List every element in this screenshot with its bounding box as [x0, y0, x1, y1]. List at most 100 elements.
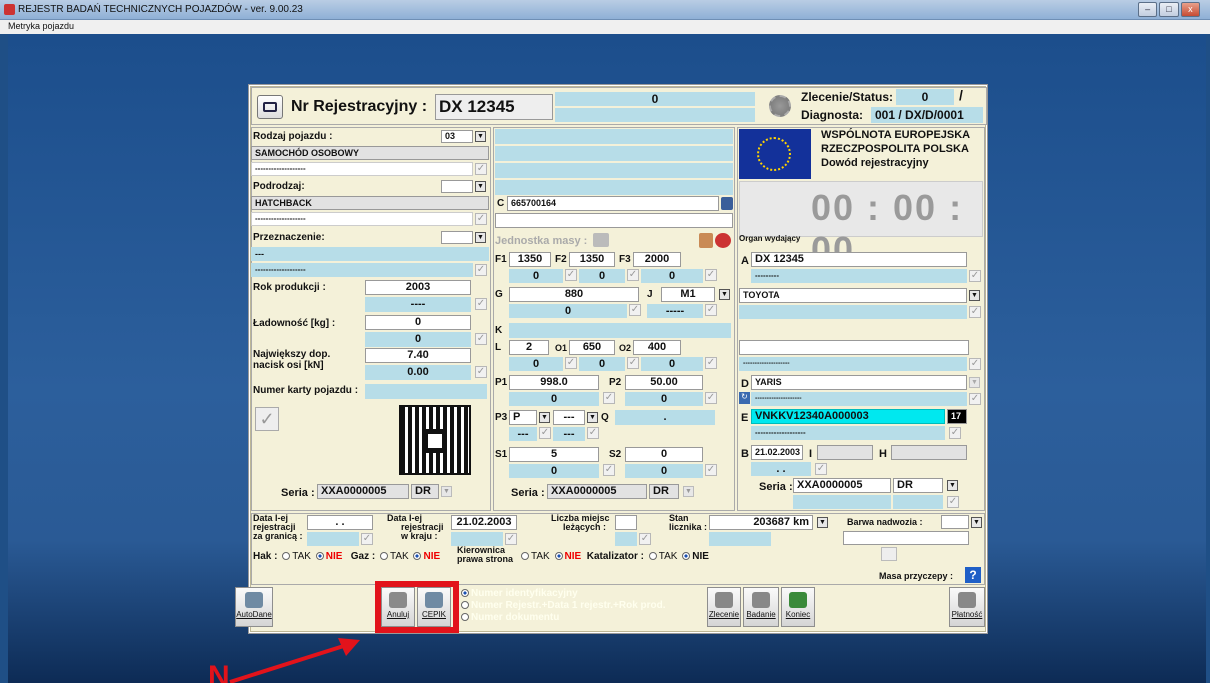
seria-value[interactable]: XXA0000005 — [317, 484, 409, 499]
check-icon[interactable]: ✓ — [639, 533, 651, 545]
check-icon[interactable]: ✓ — [705, 464, 717, 476]
barwa-value[interactable] — [843, 531, 969, 545]
chevron-down-icon[interactable]: ▼ — [539, 412, 550, 423]
gaz-tak-radio[interactable] — [379, 552, 388, 561]
nr-rejestracyjny-value[interactable]: DX 12345 — [435, 94, 553, 120]
check-icon[interactable]: ✓ — [969, 393, 981, 405]
check-icon[interactable]: ✓ — [475, 163, 487, 175]
search-option-1[interactable]: Numer identyfikacyjny — [459, 589, 578, 599]
zlecenie-button[interactable]: Zlecenie — [707, 587, 741, 627]
check-icon[interactable]: ✓ — [475, 333, 487, 345]
b-value[interactable]: 21.02.2003 — [751, 445, 803, 460]
check-icon[interactable]: ✓ — [603, 464, 615, 476]
right-seria-code[interactable]: DR — [893, 478, 943, 493]
d1-value[interactable]: . . — [307, 515, 373, 530]
platnosc-button[interactable]: Płatność — [949, 587, 985, 627]
seria-code[interactable]: DR — [411, 484, 439, 499]
o2-value[interactable]: 400 — [633, 340, 681, 355]
gear-icon[interactable] — [769, 95, 791, 117]
o1-value[interactable]: 650 — [569, 340, 615, 355]
check-icon[interactable]: ✓ — [475, 298, 487, 310]
info-icon[interactable] — [721, 197, 733, 210]
katal-tak-radio[interactable] — [648, 552, 657, 561]
check-icon[interactable]: ✓ — [255, 407, 279, 431]
f2-value[interactable]: 1350 — [569, 252, 615, 267]
vin-value[interactable]: VNKKV12340A000003 — [751, 409, 945, 424]
check-icon[interactable]: ✓ — [705, 304, 717, 316]
cepik-button[interactable]: CEPIK — [417, 587, 451, 627]
kier-nie-radio[interactable] — [554, 552, 563, 561]
help-icon[interactable]: ? — [965, 567, 981, 583]
check-icon[interactable]: ✓ — [603, 392, 615, 404]
make-value[interactable]: TOYOTA — [739, 288, 967, 303]
check-icon[interactable]: ✓ — [629, 304, 641, 316]
g-value[interactable]: 880 — [509, 287, 639, 302]
maximize-button[interactable]: □ — [1159, 2, 1179, 17]
edit-icon[interactable] — [881, 547, 897, 561]
koniec-button[interactable]: Koniec — [781, 587, 815, 627]
search-option-3[interactable]: Numer dokumentu — [459, 613, 559, 623]
a-value[interactable]: DX 12345 — [751, 252, 967, 267]
hak-nie-radio[interactable] — [315, 552, 324, 561]
check-icon[interactable]: ✓ — [969, 270, 981, 282]
check-icon[interactable]: ✓ — [505, 533, 517, 545]
check-icon[interactable]: ✓ — [587, 427, 599, 439]
check-icon[interactable]: ✓ — [475, 366, 487, 378]
kier-tak-radio[interactable] — [521, 552, 529, 561]
check-icon[interactable]: ✓ — [949, 427, 961, 439]
k-value[interactable] — [509, 323, 731, 338]
barwa-select[interactable] — [941, 515, 969, 529]
chevron-down-icon[interactable]: ▼ — [719, 289, 730, 300]
chevron-down-icon[interactable]: ▼ — [441, 486, 452, 497]
s1-value[interactable]: 5 — [509, 447, 599, 462]
gaz-nie-radio[interactable] — [413, 552, 422, 561]
check-icon[interactable]: ✓ — [565, 269, 577, 281]
miejsc-value[interactable] — [615, 515, 637, 530]
anuluj-button[interactable]: Anuluj — [381, 587, 415, 627]
mid-seria-value[interactable]: XXA0000005 — [547, 484, 647, 499]
check-icon[interactable]: ✓ — [947, 496, 959, 508]
przeznaczenie-code[interactable] — [441, 231, 473, 244]
chevron-down-icon[interactable]: ▼ — [969, 290, 980, 301]
option-1-radio[interactable] — [461, 589, 469, 598]
l-value[interactable]: 2 — [509, 340, 549, 355]
q-value[interactable]: . — [615, 410, 715, 425]
j-value[interactable]: M1 — [661, 287, 715, 302]
stan-value[interactable]: 203687 km — [709, 515, 813, 530]
chevron-down-icon[interactable]: ▼ — [969, 377, 980, 388]
mid-seria-code[interactable]: DR — [649, 484, 679, 499]
f3-value[interactable]: 2000 — [633, 252, 681, 267]
f1-value[interactable]: 1350 — [509, 252, 551, 267]
check-icon[interactable]: ✓ — [705, 392, 717, 404]
c-value[interactable]: 665700164 — [507, 196, 719, 211]
chevron-down-icon[interactable]: ▼ — [971, 517, 982, 528]
i-value[interactable] — [817, 445, 873, 460]
badanie-button[interactable]: Badanie — [743, 587, 779, 627]
rodzaj-code[interactable]: 03 — [441, 130, 473, 143]
chevron-down-icon[interactable]: ▼ — [475, 181, 486, 192]
karta-value[interactable] — [365, 384, 487, 399]
p2-value[interactable]: 50.00 — [625, 375, 703, 390]
refresh-icon[interactable]: ↻ — [739, 392, 750, 404]
check-icon[interactable]: ✓ — [627, 269, 639, 281]
chat-icon[interactable] — [593, 233, 609, 247]
minimize-button[interactable]: – — [1138, 2, 1158, 17]
chevron-down-icon[interactable]: ▼ — [947, 480, 958, 491]
h-value[interactable] — [891, 445, 967, 460]
autodane-button[interactable]: AutoDane — [235, 587, 273, 627]
rok-value[interactable]: 2003 — [365, 280, 471, 295]
check-icon[interactable]: ✓ — [539, 427, 551, 439]
hak-tak-radio[interactable] — [282, 552, 291, 561]
katal-nie-radio[interactable] — [682, 552, 691, 561]
d2-value[interactable]: 21.02.2003 — [451, 515, 517, 530]
check-icon[interactable]: ✓ — [969, 358, 981, 370]
model-line-blank[interactable] — [739, 340, 969, 355]
check-icon[interactable]: ✓ — [475, 264, 487, 276]
option-2-radio[interactable] — [461, 601, 469, 610]
d-value[interactable]: YARIS — [751, 375, 967, 390]
check-icon[interactable]: ✓ — [475, 213, 487, 225]
card-icon[interactable] — [257, 95, 283, 119]
heart-icon[interactable] — [715, 233, 731, 248]
check-icon[interactable]: ✓ — [705, 269, 717, 281]
check-icon[interactable]: ✓ — [969, 306, 981, 318]
